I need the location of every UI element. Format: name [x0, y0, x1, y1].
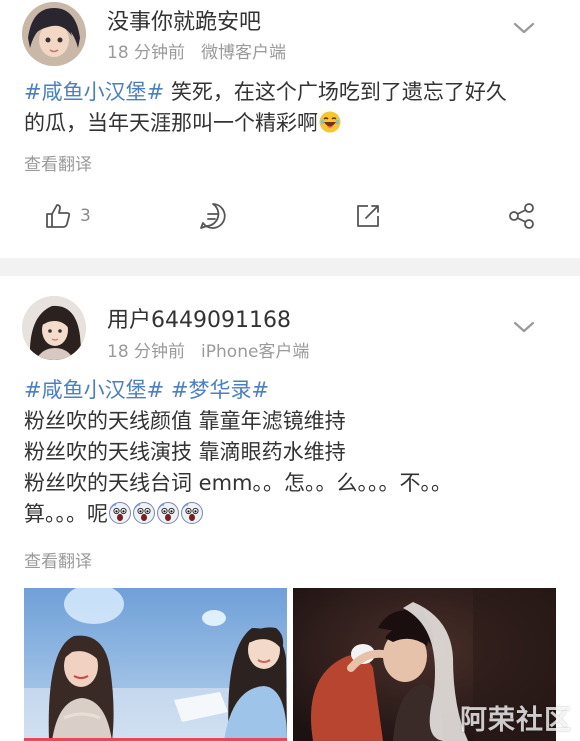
emoji-row — [108, 502, 204, 526]
thumbs-up-icon — [46, 204, 71, 228]
post-text: 粉丝吹的天线演技 靠滴眼药水维持 — [24, 440, 346, 464]
post-time: 18 分钟前 — [107, 342, 186, 362]
chevron-down-icon[interactable] — [512, 319, 536, 335]
avatar[interactable] — [22, 2, 86, 66]
post-text: 粉丝吹的天线台词 emm。。怎。。么。。。不。。 — [24, 471, 453, 495]
post-meta: 18 分钟前 微博客户端 — [107, 38, 286, 63]
post-divider — [0, 258, 580, 276]
avatar[interactable] — [22, 296, 86, 360]
post-text: 粉丝吹的天线颜值 靠童年滤镜维持 — [24, 409, 346, 433]
username[interactable]: 用户6449091168 — [107, 302, 291, 334]
post-source: 微博客户端 — [201, 43, 287, 63]
post-image[interactable] — [24, 588, 287, 741]
translate-link[interactable]: 查看翻译 — [24, 547, 92, 572]
repost-button[interactable] — [354, 196, 382, 236]
comment-button[interactable] — [198, 196, 228, 236]
like-button[interactable]: 3 — [44, 196, 91, 236]
hashtag-link[interactable]: #咸鱼小汉堡# — [24, 80, 164, 104]
share-icon — [509, 203, 534, 229]
comment-icon — [200, 203, 226, 229]
shocked-face-emoji — [133, 502, 155, 524]
post-source: iPhone客户端 — [201, 342, 310, 362]
edit-share-icon — [357, 205, 379, 227]
post-time: 18 分钟前 — [107, 43, 186, 63]
watermark: 阿荣社区 — [460, 705, 572, 736]
like-count: 3 — [80, 206, 91, 226]
post-text: 算。。。呢 — [24, 502, 108, 526]
shocked-face-emoji — [157, 502, 179, 524]
action-bar: 3 — [0, 196, 580, 236]
weibo-post-2: 用户6449091168 18 分钟前 iPhone客户端 #咸鱼小汉堡# #梦华… — [0, 276, 580, 741]
share-button[interactable] — [507, 196, 537, 236]
translate-link[interactable]: 查看翻译 — [24, 150, 92, 175]
post-text: 的瓜，当年天涯那叫一个精彩啊 — [24, 111, 318, 135]
shocked-face-emoji — [109, 502, 131, 524]
chevron-down-icon[interactable] — [512, 20, 536, 36]
post-content: #咸鱼小汉堡# 笑死，在这个广场吃到了遗忘了好久 的瓜，当年天涯那叫一个精彩啊 — [24, 77, 559, 139]
shocked-face-emoji — [181, 502, 203, 524]
hashtag-link[interactable]: #梦华录# — [171, 378, 269, 402]
post-content: #咸鱼小汉堡# #梦华录# 粉丝吹的天线颜值 靠童年滤镜维持 粉丝吹的天线演技 … — [24, 375, 559, 530]
laughing-crying-emoji — [319, 111, 341, 133]
hashtag-link[interactable]: #咸鱼小汉堡# — [24, 378, 164, 402]
post-meta: 18 分钟前 iPhone客户端 — [107, 337, 309, 362]
weibo-post-1: 没事你就跪安吧 18 分钟前 微博客户端 #咸鱼小汉堡# 笑死，在这个广场吃到了遗… — [0, 0, 580, 258]
post-text: 笑死，在这个广场吃到了遗忘了好久 — [164, 80, 507, 104]
username[interactable]: 没事你就跪安吧 — [107, 4, 261, 36]
